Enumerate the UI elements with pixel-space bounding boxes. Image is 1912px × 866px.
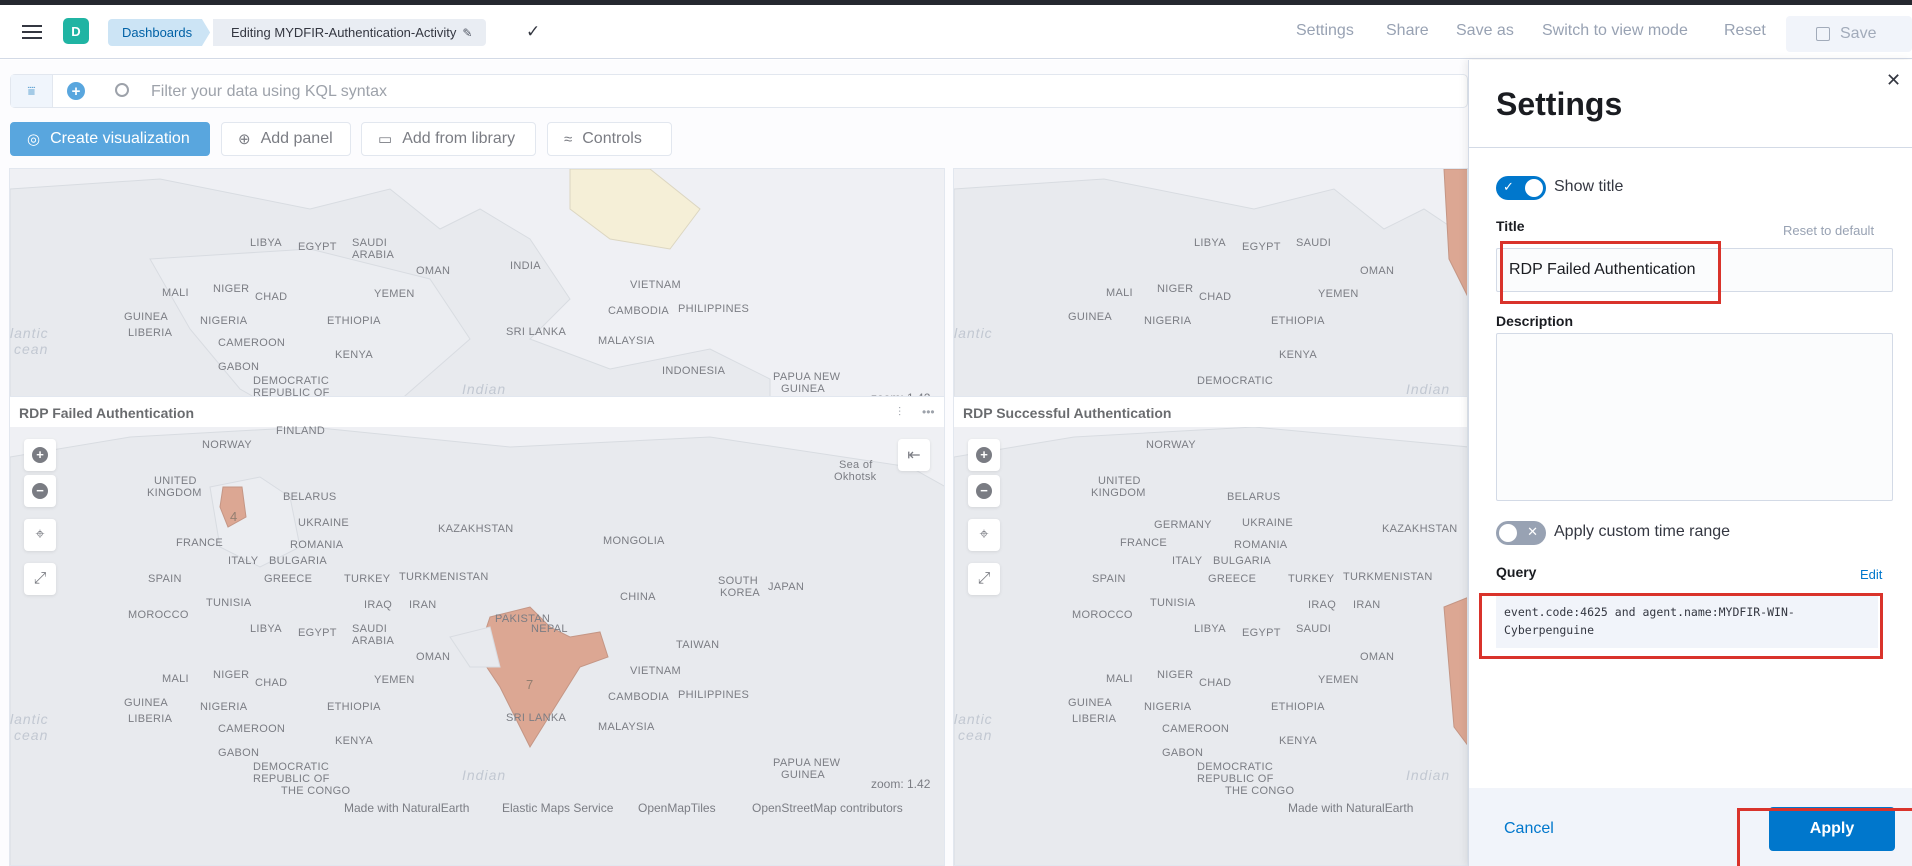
cancel-button[interactable]: Cancel	[1504, 820, 1554, 838]
nav-share[interactable]: Share	[1386, 22, 1429, 40]
highlight-title-input	[1500, 241, 1721, 304]
check-icon: ✓	[1503, 179, 1514, 194]
pencil-icon[interactable]: ✎	[462, 26, 472, 40]
flyout-divider	[1469, 147, 1912, 148]
breadcrumb-current-label: Editing MYDFIR-Authentication-Activity	[231, 25, 457, 40]
description-textarea[interactable]	[1496, 333, 1893, 501]
nav-save-as[interactable]: Save as	[1456, 22, 1514, 40]
nav-reset[interactable]: Reset	[1724, 22, 1766, 40]
reset-to-default-link[interactable]: Reset to default	[1783, 223, 1874, 238]
checkmark-icon[interactable]: ✓	[526, 22, 540, 42]
toggle-knob	[1525, 179, 1543, 197]
breadcrumb-current[interactable]: Editing MYDFIR-Authentication-Activity ✎	[213, 19, 487, 46]
show-title-label: Show title	[1554, 178, 1624, 195]
toggle-knob	[1499, 524, 1517, 542]
save-icon	[1816, 27, 1830, 41]
custom-time-range-toggle[interactable]: ✕	[1496, 521, 1546, 545]
highlight-apply	[1737, 808, 1912, 866]
highlight-query	[1479, 593, 1883, 659]
nav-switch-view-mode[interactable]: Switch to view mode	[1542, 22, 1688, 40]
space-avatar[interactable]: D	[63, 18, 89, 44]
save-button[interactable]: Save	[1786, 16, 1912, 52]
menu-icon[interactable]	[22, 22, 42, 40]
settings-flyout: ✕ Settings ✓ Show title Title Reset to d…	[1468, 60, 1912, 866]
app-header: D Dashboards Editing MYDFIR-Authenticati…	[0, 5, 1912, 59]
custom-time-range-label: Apply custom time range	[1554, 523, 1731, 540]
flyout-title: Settings	[1496, 86, 1623, 122]
show-title-toggle[interactable]: ✓	[1496, 176, 1546, 200]
query-label: Query	[1496, 564, 1537, 580]
x-icon: ✕	[1527, 524, 1538, 539]
edit-query-link[interactable]: Edit	[1860, 567, 1882, 582]
nav-settings[interactable]: Settings	[1296, 22, 1354, 40]
flyout-overlay[interactable]	[0, 60, 1468, 866]
title-field-label: Title	[1496, 218, 1525, 234]
description-label: Description	[1496, 313, 1574, 329]
close-icon[interactable]: ✕	[1886, 70, 1901, 91]
breadcrumb-dashboards[interactable]: Dashboards	[108, 19, 211, 46]
save-label: Save	[1840, 25, 1877, 42]
